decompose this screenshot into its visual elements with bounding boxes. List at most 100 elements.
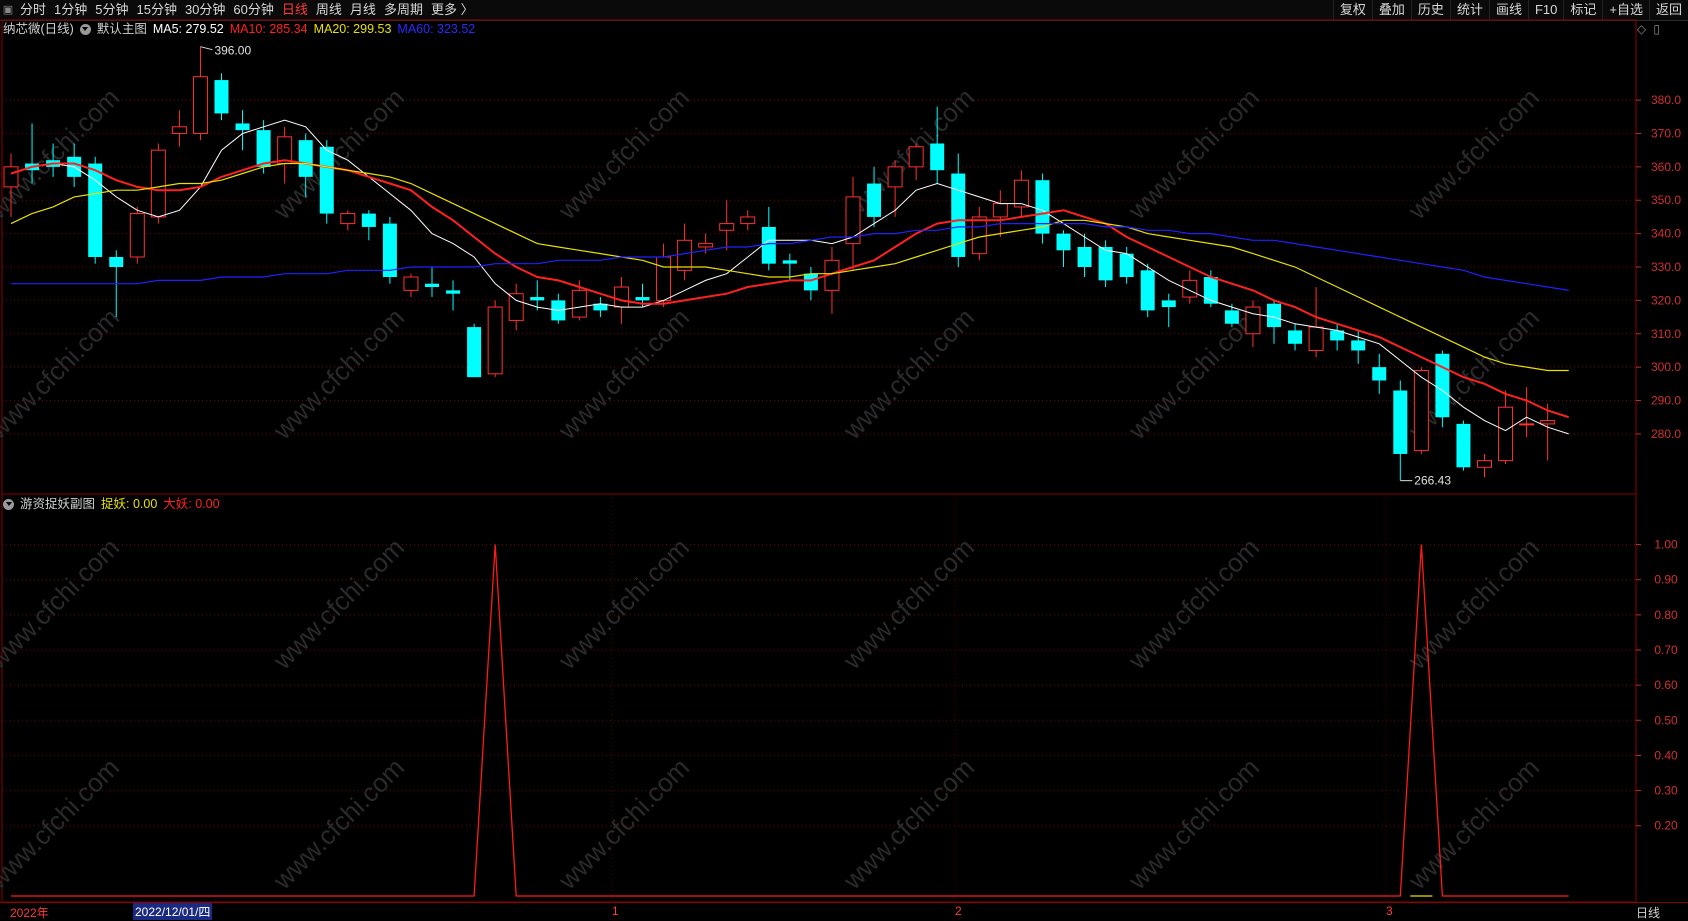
price-axis-label: 370.0 (1651, 126, 1681, 140)
candle-body-up (1498, 406, 1514, 462)
sub-axis-label: 0.50 (1654, 713, 1678, 727)
ma-lines (10, 119, 1570, 435)
candle-body-down (530, 297, 545, 301)
sub-axis-label: 0.90 (1654, 573, 1678, 587)
watermark-text: www.cfchi.com (267, 302, 410, 445)
sub-axis-label: 0.70 (1654, 643, 1678, 657)
watermark-text: www.cfchi.com (1122, 752, 1265, 895)
watermarks: www.cfchi.com www.cfchi.com www.cfchi.com w… (0, 82, 1545, 895)
sub-axis-label: 0.80 (1654, 608, 1678, 622)
candle-body-up (1182, 279, 1198, 298)
candle-body-down (1267, 303, 1281, 328)
candle-body-up (887, 166, 903, 188)
candle-body-up (656, 256, 672, 301)
price-axis-label: 320.0 (1651, 293, 1681, 307)
candle-body-down (1372, 367, 1387, 381)
year-label: 2022年 (10, 906, 49, 920)
candle-body-down (361, 213, 376, 227)
candle-body-down (1393, 390, 1408, 454)
sub-axis-label: 0.60 (1654, 678, 1678, 692)
candle-body-down (1456, 423, 1471, 468)
price-axis-label: 290.0 (1651, 394, 1681, 408)
candle-body-up (1477, 460, 1492, 468)
candle-body-up (150, 149, 166, 218)
candle-body-down (319, 146, 334, 214)
candle-body-up (1013, 179, 1029, 208)
candle-body-down (761, 226, 776, 264)
candle-body-up (1519, 423, 1535, 426)
candle-body-down (446, 290, 461, 294)
price-axis-label: 330.0 (1651, 260, 1681, 274)
candle-body-down (1351, 340, 1366, 351)
candle-body-down (1435, 353, 1450, 418)
candle-body-down (1056, 233, 1071, 251)
candle-body-down (930, 143, 945, 171)
candle-body-down (867, 183, 882, 217)
price-axis-label: 380.0 (1651, 93, 1681, 107)
low-label: 266.43 (1414, 474, 1451, 488)
axis-labels: 380.0 370.0 360.0 350.0 340.0 330.0 320.0 310.0… (1636, 93, 1681, 833)
price-axis-label: 310.0 (1651, 327, 1681, 341)
indicator-plot (11, 544, 1569, 897)
candle-body-down (298, 140, 313, 177)
sub-axis-label: 0.30 (1654, 784, 1678, 798)
candle-body-up (1245, 306, 1261, 335)
watermark-text: www.cfchi.com (552, 82, 695, 225)
cursor-date: 2022/12/01/四 (133, 903, 213, 920)
candle-body-up (487, 306, 503, 375)
candle-body-up (740, 216, 756, 225)
watermark-text: www.cfchi.com (837, 532, 980, 675)
candle-body-up (340, 213, 356, 225)
watermark-text: www.cfchi.com (837, 302, 980, 445)
candle-body-down (467, 327, 482, 378)
candle-body-up (129, 213, 145, 258)
watermark-text: www.cfchi.com (0, 82, 125, 225)
watermark-text: www.cfchi.com (1402, 82, 1545, 225)
watermark-text: www.cfchi.com (0, 302, 125, 445)
candle-body-up (171, 126, 187, 134)
watermark-text: www.cfchi.com (552, 752, 695, 895)
candle-body-up (908, 146, 924, 168)
sub-frame (1, 493, 1637, 902)
candle-body-up (403, 276, 419, 291)
candle-body-down (1288, 330, 1303, 344)
candle-body-up (1308, 326, 1324, 351)
candle-body-down (782, 260, 797, 264)
price-axis-label: 350.0 (1651, 193, 1681, 207)
candle-body-up (719, 223, 735, 231)
period-label[interactable]: 日线 (1636, 904, 1660, 921)
watermark-text: www.cfchi.com (837, 752, 980, 895)
candle-body-down (1140, 270, 1155, 311)
candle-body-down (256, 130, 271, 167)
price-axis-label: 360.0 (1651, 160, 1681, 174)
candle-body-down (1077, 246, 1092, 267)
candle-body-down (109, 256, 124, 267)
date-bar: 2022年 2022/12/01/四 1 2 3 日线 (0, 902, 1688, 921)
candle-body-down (803, 273, 818, 291)
watermark-text: www.cfchi.com (1122, 302, 1265, 445)
high-label: 396.00 (214, 44, 251, 58)
candle-body-down (635, 297, 650, 301)
month-1: 1 (612, 904, 619, 918)
kline-chart[interactable]: www.cfchi.com www.cfchi.com www.cfchi.com w… (0, 0, 1688, 902)
watermark-text: www.cfchi.com (1402, 532, 1545, 675)
watermark-text: www.cfchi.com (552, 302, 695, 445)
grid-lines (1, 19, 1637, 902)
month-2: 2 (955, 904, 962, 918)
watermark-text: www.cfchi.com (552, 532, 695, 675)
candle-body-down (1203, 277, 1218, 304)
candle-body-down (235, 123, 250, 131)
price-axis-label: 280.0 (1651, 427, 1681, 441)
price-axis-label: 300.0 (1651, 360, 1681, 374)
candle-body-up (971, 216, 987, 255)
indicator-line (11, 544, 1569, 897)
sub-axis-label: 1.00 (1654, 538, 1678, 552)
watermark-text: www.cfchi.com (1122, 82, 1265, 225)
watermark-text: www.cfchi.com (1402, 752, 1545, 895)
high-pointer (200, 46, 213, 51)
candles (3, 46, 1556, 481)
candle-body-up (992, 203, 1008, 218)
candle-body-down (425, 283, 439, 288)
candle-body-up (3, 166, 19, 188)
candle-body-up (677, 239, 693, 271)
